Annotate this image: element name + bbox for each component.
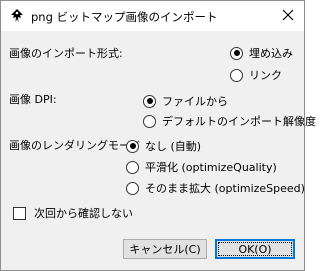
radio-dpi-default-circle — [143, 114, 156, 128]
import-dialog: png ビットマップ画像のインポート 画像のインポート形式: 埋め込み リンク … — [0, 0, 316, 271]
dpi-label: 画像 DPI: — [9, 93, 57, 106]
radio-render-speed[interactable]: そのまま拡大 (optimizeSpeed) — [126, 180, 305, 196]
rendering-mode-label: 画像のレンダリングモード — [9, 139, 141, 152]
radio-link[interactable]: リンク — [230, 67, 282, 83]
dont-ask-checkbox-box — [13, 206, 26, 220]
cancel-button-label: キャンセル(C) — [129, 243, 201, 256]
close-icon[interactable] — [280, 7, 296, 23]
radio-link-circle — [230, 68, 243, 82]
radio-render-auto[interactable]: なし (自動) — [126, 138, 201, 154]
ok-button[interactable]: OK(O) — [215, 239, 295, 259]
radio-render-auto-label: なし (自動) — [145, 140, 202, 153]
dont-ask-checkbox[interactable]: 次回から確認しない — [13, 205, 133, 221]
import-type-label: 画像のインポート形式: — [9, 47, 123, 60]
radio-dpi-from-file-circle — [143, 94, 156, 108]
radio-dpi-default[interactable]: デフォルトのインポート解像度 — [143, 113, 316, 129]
window-title: png ビットマップ画像のインポート — [31, 10, 218, 24]
radio-render-speed-label: そのまま拡大 (optimizeSpeed) — [145, 182, 305, 195]
ok-button-label: OK(O) — [238, 242, 272, 256]
radio-dpi-from-file[interactable]: ファイルから — [143, 93, 228, 109]
radio-embed-label: 埋め込み — [249, 47, 293, 60]
radio-render-quality[interactable]: 平滑化 (optimizeQuality) — [126, 159, 277, 175]
radio-render-auto-circle — [126, 139, 139, 153]
radio-link-label: リンク — [249, 69, 282, 82]
inkscape-app-icon — [9, 8, 25, 24]
radio-dpi-default-label: デフォルトのインポート解像度 — [162, 115, 316, 128]
radio-render-speed-circle — [126, 181, 139, 195]
radio-render-quality-circle — [126, 160, 139, 174]
radio-render-quality-label: 平滑化 (optimizeQuality) — [145, 161, 277, 174]
radio-dpi-from-file-label: ファイルから — [162, 95, 228, 108]
radio-embed-circle — [230, 46, 243, 60]
dont-ask-checkbox-label: 次回から確認しない — [34, 207, 133, 220]
title-bar: png ビットマップ画像のインポート — [1, 1, 304, 31]
radio-embed[interactable]: 埋め込み — [230, 45, 293, 61]
cancel-button[interactable]: キャンセル(C) — [123, 239, 207, 259]
